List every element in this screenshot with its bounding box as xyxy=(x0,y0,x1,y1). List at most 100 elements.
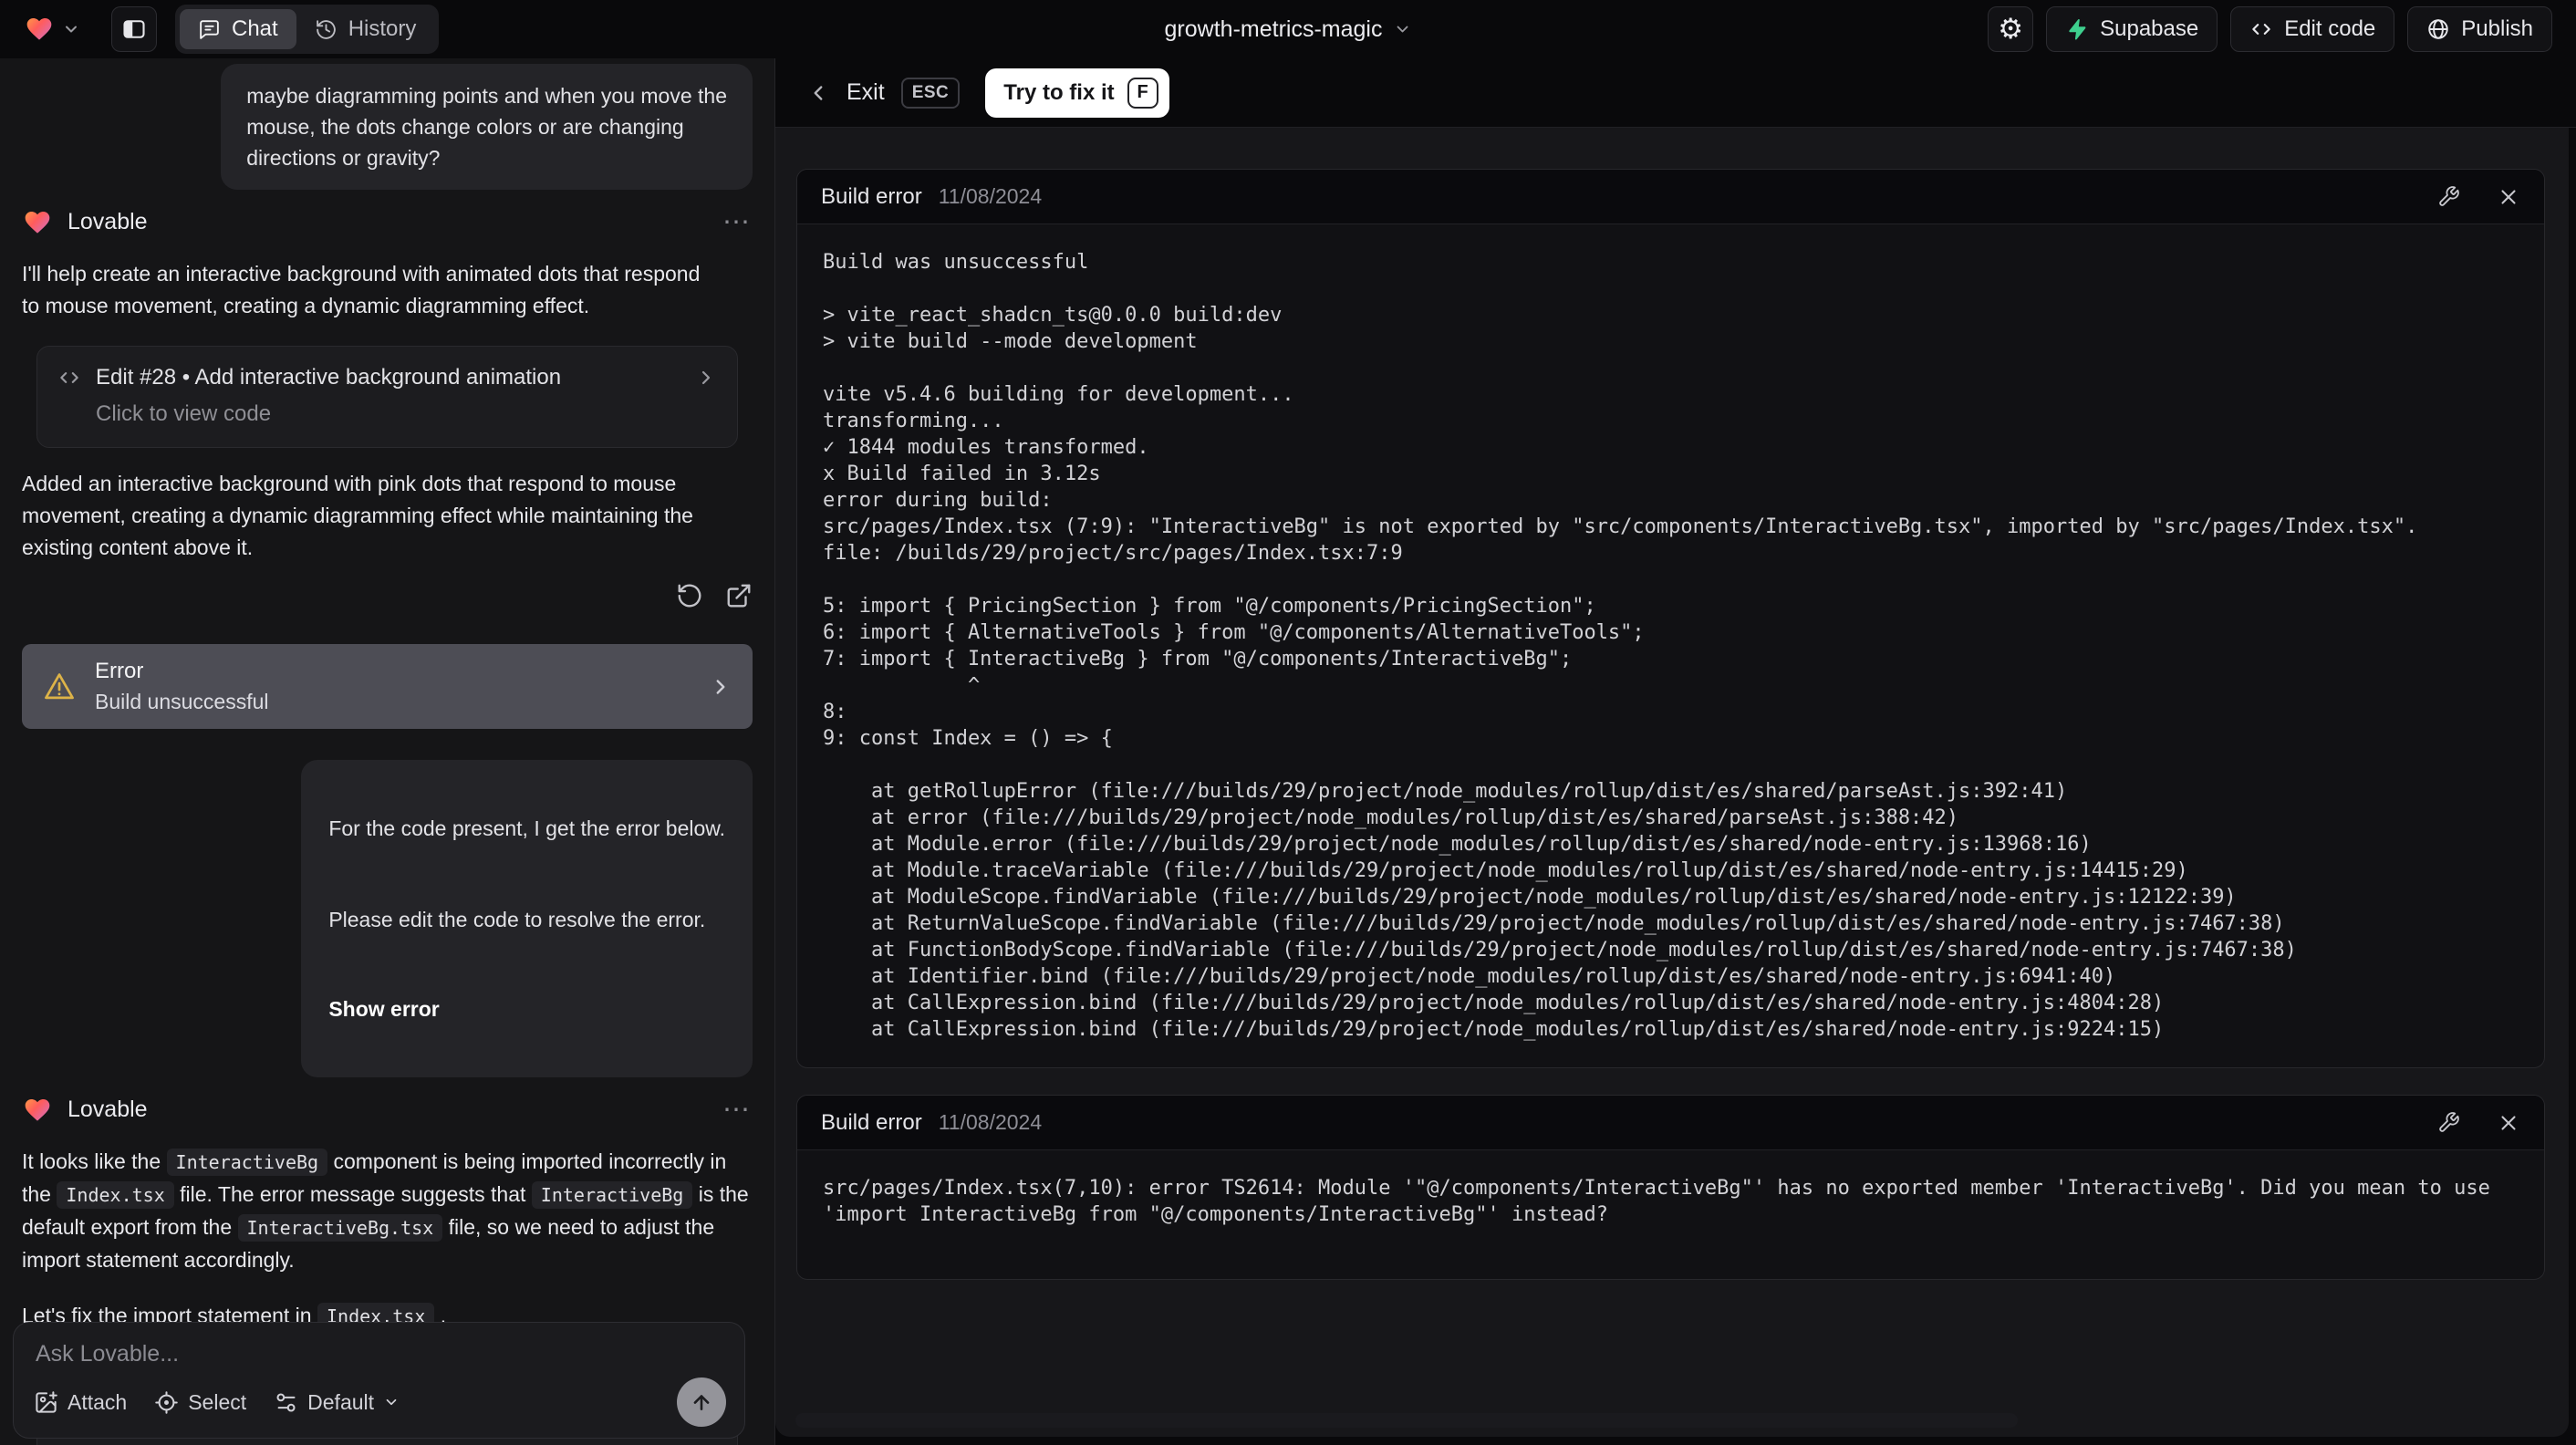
horizontal-scrollbar[interactable] xyxy=(795,1413,2018,1428)
tab-history[interactable]: History xyxy=(296,9,435,49)
esc-key-badge: ESC xyxy=(900,77,961,109)
crosshair-icon xyxy=(154,1390,179,1415)
card-header: Build error 11/08/2024 xyxy=(797,170,2544,224)
card-date: 11/08/2024 xyxy=(938,184,1043,208)
supabase-label: Supabase xyxy=(2100,16,2199,41)
inline-code: Index.tsx xyxy=(57,1181,174,1209)
select-button[interactable]: Select xyxy=(154,1390,246,1415)
chat-panel: maybe diagramming points and when you mo… xyxy=(0,58,775,1445)
try-to-fix-label: Try to fix it xyxy=(1003,79,1115,105)
message-menu-icon[interactable]: ⋯ xyxy=(722,1094,753,1126)
error-banner-subtitle: Build unsuccessful xyxy=(95,690,269,713)
top-bar: Chat History growth-metrics-magic ⚙ Supa… xyxy=(0,0,2576,58)
edit-code-label: Edit code xyxy=(2284,16,2376,41)
select-label: Select xyxy=(188,1389,247,1414)
history-icon xyxy=(315,18,338,41)
lovable-heart-icon xyxy=(24,15,55,44)
chevron-down-icon xyxy=(1393,20,1411,38)
card-title: Build error xyxy=(821,1109,922,1135)
lovable-heart-icon xyxy=(22,208,53,237)
tab-chat[interactable]: Chat xyxy=(180,9,296,49)
card-title: Build error xyxy=(821,183,922,209)
code-icon xyxy=(2249,17,2273,41)
assistant-name: Lovable xyxy=(68,209,148,234)
build-log: Build was unsuccessful > vite_react_shad… xyxy=(823,251,2418,1041)
edit-28-title: Edit #28 • Add interactive background an… xyxy=(96,365,562,390)
close-icon[interactable] xyxy=(2497,185,2520,209)
build-error-card-2: Build error 11/08/2024 src/pages/Index.t… xyxy=(796,1095,2545,1280)
wrench-icon[interactable] xyxy=(2437,185,2460,208)
user-message: maybe diagramming points and when you mo… xyxy=(221,64,753,190)
chat-input[interactable] xyxy=(36,1341,722,1381)
attach-label: Attach xyxy=(68,1389,128,1414)
build-error-banner[interactable]: Error Build unsuccessful xyxy=(22,644,753,729)
back-chevron-icon[interactable] xyxy=(806,81,830,105)
try-to-fix-button[interactable]: Try to fix it F xyxy=(985,68,1169,118)
project-switcher[interactable]: growth-metrics-magic xyxy=(1165,16,1412,43)
chevron-down-icon xyxy=(383,1394,400,1410)
inline-code: InteractiveBg.tsx xyxy=(237,1214,443,1242)
sliders-icon xyxy=(274,1390,298,1415)
card-date: 11/08/2024 xyxy=(938,1110,1043,1134)
wrench-icon[interactable] xyxy=(2437,1111,2460,1134)
lovable-heart-icon xyxy=(22,1096,53,1125)
assistant-header: Lovable ⋯ xyxy=(22,1094,753,1126)
error-banner-title: Error xyxy=(95,659,144,683)
tab-history-label: History xyxy=(348,16,417,41)
text-segment: It looks like the xyxy=(22,1149,167,1173)
chevron-right-icon xyxy=(709,675,732,699)
edit-code-button[interactable]: Edit code xyxy=(2230,6,2395,52)
settings-button[interactable]: ⚙ xyxy=(1988,6,2034,52)
card-header: Build error 11/08/2024 xyxy=(797,1096,2544,1150)
assistant-paragraph: I'll help create an interactive backgrou… xyxy=(22,262,701,317)
tab-chat-label: Chat xyxy=(232,16,278,41)
show-error-link[interactable]: Show error xyxy=(328,993,725,1024)
message-menu-icon[interactable]: ⋯ xyxy=(722,206,753,238)
chevron-down-icon xyxy=(62,20,80,38)
message-actions xyxy=(22,582,753,609)
f-key-badge: F xyxy=(1127,77,1158,109)
chat-history-switcher: Chat History xyxy=(175,5,440,54)
mode-selector[interactable]: Default xyxy=(274,1390,400,1415)
retry-icon[interactable] xyxy=(676,582,703,609)
mode-label: Default xyxy=(307,1389,375,1414)
user-message-line: Please edit the code to resolve the erro… xyxy=(328,908,706,931)
build-error-card-1: Build error 11/08/2024 Build was unsucce… xyxy=(796,169,2545,1068)
code-icon xyxy=(57,366,81,390)
edit-28-subtitle: Click to view code xyxy=(96,401,272,426)
attach-button[interactable]: Attach xyxy=(34,1390,127,1415)
text-segment: file. The error message suggests that xyxy=(173,1182,532,1206)
assistant-header: Lovable ⋯ xyxy=(22,206,753,238)
overlay-toolbar: Exit ESC Try to fix it F xyxy=(775,58,2576,128)
image-plus-icon xyxy=(34,1390,58,1415)
project-name: growth-metrics-magic xyxy=(1164,16,1383,42)
chat-bubble-icon xyxy=(198,18,221,41)
topbar-actions: ⚙ Supabase Edit code Publish xyxy=(1988,6,2552,52)
globe-icon xyxy=(2426,17,2450,41)
assistant-name: Lovable xyxy=(68,1097,148,1122)
user-message: For the code present, I get the error be… xyxy=(301,760,753,1077)
chat-composer: Attach Select Default xyxy=(13,1322,745,1439)
publish-label: Publish xyxy=(2461,16,2533,41)
panel-left-icon xyxy=(121,16,147,42)
open-external-icon[interactable] xyxy=(725,582,753,609)
send-button[interactable] xyxy=(677,1377,726,1427)
inline-code: InteractiveBg xyxy=(531,1181,693,1209)
error-log-area: Build error 11/08/2024 Build was unsucce… xyxy=(775,128,2569,1437)
user-message-line: For the code present, I get the error be… xyxy=(328,816,725,840)
sidebar-toggle-button[interactable] xyxy=(111,6,157,52)
chevron-right-icon xyxy=(695,367,717,389)
supabase-button[interactable]: Supabase xyxy=(2046,6,2218,52)
supabase-bolt-icon xyxy=(2065,17,2089,41)
edit-28-card[interactable]: Edit #28 • Add interactive background an… xyxy=(36,346,738,448)
close-icon[interactable] xyxy=(2497,1111,2520,1135)
arrow-up-icon xyxy=(690,1390,713,1414)
warning-triangle-icon xyxy=(42,670,77,704)
publish-button[interactable]: Publish xyxy=(2407,6,2552,52)
lovable-logo-menu[interactable] xyxy=(24,15,80,44)
assistant-paragraph: Added an interactive background with pin… xyxy=(22,472,693,559)
assistant-paragraph: It looks like the InteractiveBg componen… xyxy=(22,1146,753,1276)
inline-code: InteractiveBg xyxy=(166,1149,328,1176)
build-log: src/pages/Index.tsx(7,10): error TS2614:… xyxy=(823,1177,2503,1226)
exit-button[interactable]: Exit xyxy=(847,79,885,106)
